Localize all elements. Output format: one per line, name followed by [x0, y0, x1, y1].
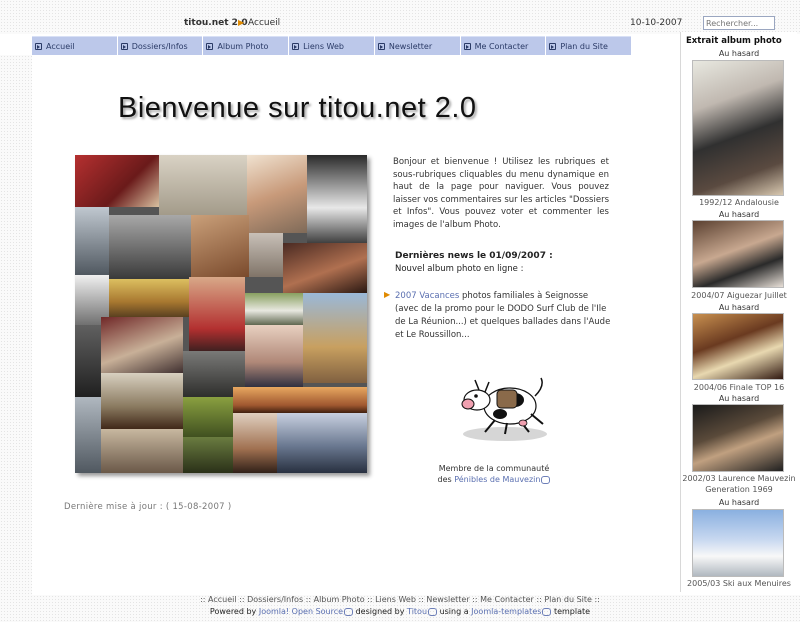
news-title: Dernières news le 01/09/2007 : — [395, 251, 553, 261]
footer-links: :: Accueil :: Dossiers/Infos :: Album Ph… — [200, 595, 600, 604]
speech-bubble-icon — [428, 607, 438, 616]
top-bar: titou.net 2.0 ▶ Accueil 10-10-2007 — [0, 0, 800, 34]
joomla-link[interactable]: Joomla! Open Source — [259, 607, 343, 616]
main-menu: Accueil Dossiers/Infos Album Photo Liens… — [32, 36, 632, 55]
random-label: Au hasard — [718, 49, 760, 58]
album-sidebar: Extrait album photo Au hasard 1992/12 An… — [680, 32, 797, 592]
album-photo[interactable] — [692, 313, 784, 380]
footer-link-contact[interactable]: Me Contacter — [480, 595, 534, 604]
last-update: Dernière mise à jour : ( 15-08-2007 ) — [64, 502, 232, 512]
menu-label: Newsletter — [388, 41, 433, 51]
speech-bubble-icon — [541, 475, 551, 484]
community-membership: Membre de la communauté des Pénibles de … — [420, 463, 568, 485]
current-date: 10-10-2007 — [630, 18, 683, 28]
random-label: Au hasard — [718, 498, 760, 507]
left-margin — [0, 55, 32, 595]
menu-bullet-icon — [120, 42, 128, 50]
menu-bullet-icon — [549, 42, 557, 50]
using-label: using a — [439, 607, 469, 616]
menu-item-album[interactable]: Album Photo — [203, 36, 289, 55]
menu-item-liens[interactable]: Liens Web — [289, 36, 374, 55]
member-line: Membre de la communauté — [438, 464, 550, 473]
photo-caption[interactable]: 2004/06 Finale TOP 16 — [681, 382, 797, 393]
menu-bullet-icon — [35, 42, 42, 50]
news-arrow-icon: ▶ — [384, 290, 391, 299]
photo-caption[interactable]: 2004/07 Aiguezar Juillet — [681, 290, 797, 301]
template-label: template — [553, 607, 591, 616]
menu-item-dossiers[interactable]: Dossiers/Infos — [117, 36, 203, 55]
menu-label: Album Photo — [217, 41, 269, 51]
photo-caption[interactable]: 2005/03 Ski aux Menuires — [681, 578, 797, 589]
footer-link-newsletter[interactable]: Newsletter — [426, 595, 469, 604]
sidebar-title: Extrait album photo — [686, 36, 782, 46]
album-photo[interactable] — [692, 509, 784, 577]
menu-label: Accueil — [46, 41, 75, 51]
random-label: Au hasard — [718, 210, 760, 219]
menu-label: Me Contacter — [474, 41, 529, 51]
page-title: Bienvenue sur titou.net 2.0 — [118, 92, 477, 124]
footer-link-dossiers[interactable]: Dossiers/Infos — [247, 595, 303, 604]
powered-by: Powered by Joomla! Open Source designed … — [0, 607, 800, 616]
menu-label: Dossiers/Infos — [131, 41, 188, 51]
footer-link-accueil[interactable]: Accueil — [208, 595, 237, 604]
templates-link[interactable]: Joomla-templates — [471, 607, 541, 616]
menu-label: Plan du Site — [560, 41, 608, 51]
menu-bullet-icon — [206, 42, 214, 50]
news-subtitle: Nouvel album photo en ligne : — [395, 264, 524, 274]
menu-item-plan[interactable]: Plan du Site — [546, 36, 632, 55]
news-item: 2007 Vacances photos familiales à Seigno… — [395, 290, 613, 342]
footer: :: Accueil :: Dossiers/Infos :: Album Ph… — [0, 595, 800, 622]
album-photo[interactable] — [692, 60, 784, 196]
titou-link[interactable]: Titou — [407, 607, 427, 616]
menu-item-accueil[interactable]: Accueil — [32, 36, 117, 55]
footer-link-liens[interactable]: Liens Web — [375, 595, 416, 604]
cow-mascot-icon[interactable] — [455, 368, 549, 446]
photo-caption[interactable]: 2002/03 Laurence Mauvezin Generation 196… — [681, 473, 797, 495]
menu-bullet-icon — [377, 42, 385, 50]
breadcrumb: Accueil — [248, 18, 281, 28]
intro-text: Bonjour et bienvenue ! Utilisez les rubr… — [393, 157, 609, 230]
random-label: Au hasard — [718, 303, 760, 312]
menu-item-newsletter[interactable]: Newsletter — [374, 36, 460, 55]
menu-bullet-icon — [292, 42, 300, 50]
search-input[interactable] — [703, 16, 775, 30]
album-photo[interactable] — [692, 404, 784, 472]
speech-bubble-icon — [344, 607, 354, 616]
designed-label: designed by — [355, 607, 405, 616]
news-item-link[interactable]: 2007 Vacances — [395, 291, 459, 301]
menu-bullet-icon — [463, 42, 471, 50]
random-label: Au hasard — [718, 394, 760, 403]
photo-collage — [75, 155, 367, 473]
footer-link-album[interactable]: Album Photo — [314, 595, 365, 604]
album-photo[interactable] — [692, 220, 784, 288]
photo-caption[interactable]: 1992/12 Andalousie — [681, 197, 797, 208]
breadcrumb-arrow-icon: ▶ — [238, 18, 245, 27]
powered-label: Powered by — [209, 607, 257, 616]
community-link[interactable]: Pénibles de Mauvezin — [454, 475, 540, 484]
footer-link-plan[interactable]: Plan du Site — [544, 595, 592, 604]
speech-bubble-icon — [542, 607, 552, 616]
menu-label: Liens Web — [303, 41, 344, 51]
member-prefix: des — [437, 475, 452, 484]
menu-item-contact[interactable]: Me Contacter — [460, 36, 546, 55]
